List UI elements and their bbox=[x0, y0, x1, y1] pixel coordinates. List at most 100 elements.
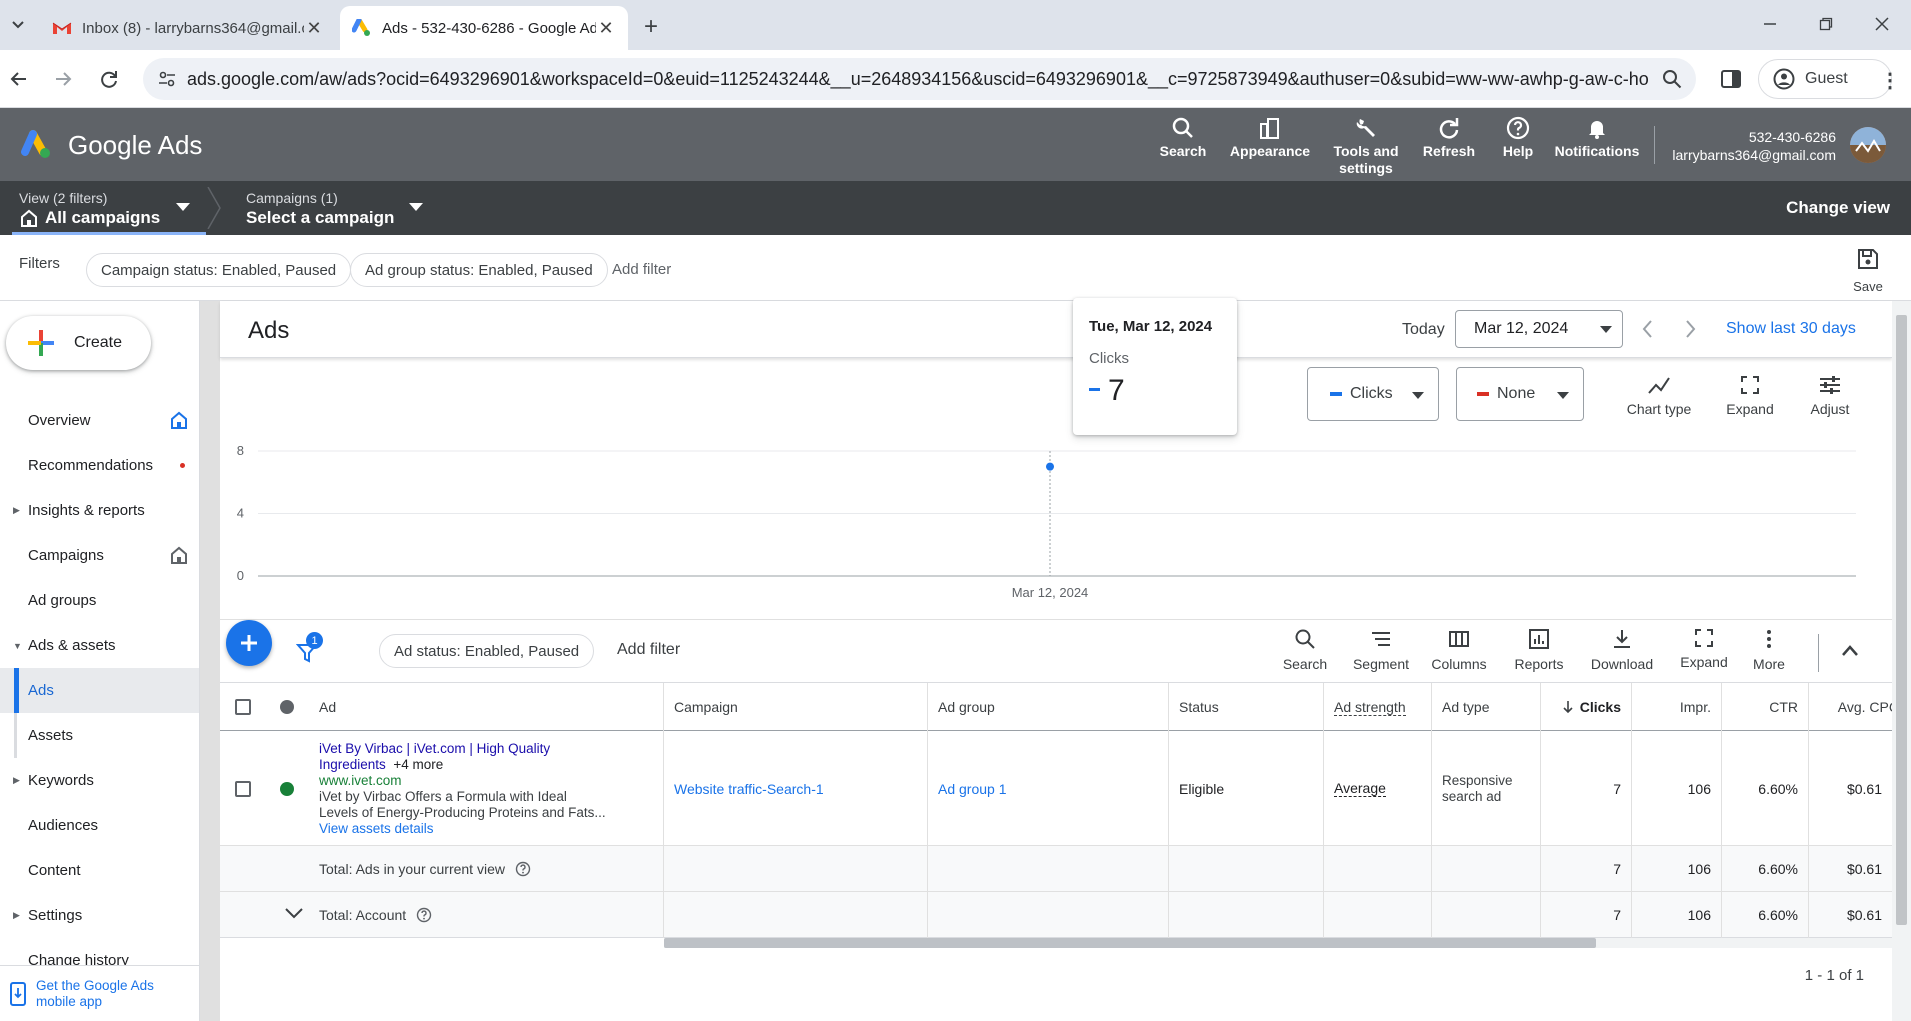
column-header-ad-type[interactable]: Ad type bbox=[1432, 683, 1541, 731]
tools-settings-button[interactable]: Tools and settings bbox=[1330, 116, 1402, 177]
ad-group-status-filter-chip[interactable]: Ad group status: Enabled, Paused bbox=[350, 253, 608, 287]
horizontal-scrollbar-thumb[interactable] bbox=[664, 938, 1596, 948]
vertical-scrollbar[interactable] bbox=[1892, 301, 1911, 1021]
forward-icon[interactable] bbox=[52, 68, 74, 90]
view-assets-details-link[interactable]: View assets details bbox=[319, 821, 653, 837]
minimize-icon[interactable] bbox=[1758, 12, 1782, 36]
date-range-picker[interactable]: Mar 12, 2024 bbox=[1455, 310, 1623, 348]
browser-menu-icon[interactable]: ⋮ bbox=[1880, 68, 1900, 93]
ad-status-filter-chip[interactable]: Ad status: Enabled, Paused bbox=[379, 634, 595, 668]
campaign-link[interactable]: Website traffic-Search-1 bbox=[664, 731, 928, 846]
select-all-checkbox[interactable] bbox=[220, 683, 265, 731]
ad-strength-cell[interactable]: Average bbox=[1324, 731, 1432, 846]
column-header-ad-group[interactable]: Ad group bbox=[928, 683, 1169, 731]
table-expand-button[interactable]: Expand bbox=[1674, 628, 1734, 670]
tab-google-ads[interactable]: Ads - 532-430-6286 - Google Ads ✕ bbox=[340, 6, 628, 50]
appearance-button[interactable]: Appearance bbox=[1228, 116, 1312, 160]
mobile-app-link[interactable]: Get the Google Ads mobile app bbox=[36, 978, 176, 1010]
show-last-30-days-link[interactable]: Show last 30 days bbox=[1726, 320, 1856, 338]
guest-profile-button[interactable]: Guest bbox=[1758, 59, 1892, 99]
reload-icon[interactable] bbox=[98, 68, 120, 90]
previous-period-icon[interactable] bbox=[1638, 318, 1658, 340]
notifications-button[interactable]: Notifications bbox=[1554, 116, 1640, 160]
column-header-avg-cpc[interactable]: Avg. CPC bbox=[1809, 683, 1892, 731]
sidebar-item-ad-groups[interactable]: Ad groups bbox=[0, 578, 199, 623]
sidebar-item-overview[interactable]: Overview bbox=[0, 398, 199, 443]
column-header-clicks[interactable]: Clicks bbox=[1541, 683, 1632, 731]
column-header-status[interactable]: Status bbox=[1169, 683, 1324, 731]
close-window-icon[interactable] bbox=[1870, 12, 1894, 36]
table-add-filter-link[interactable]: Add filter bbox=[617, 641, 680, 659]
change-view-button[interactable]: Change view bbox=[1780, 198, 1890, 218]
more-button[interactable]: More bbox=[1744, 628, 1794, 672]
segment-button[interactable]: Segment bbox=[1346, 628, 1416, 672]
home-icon bbox=[170, 411, 188, 429]
sidebar-item-assets[interactable]: Assets bbox=[0, 713, 199, 758]
google-ads-logo-icon[interactable] bbox=[20, 130, 54, 160]
next-period-icon[interactable] bbox=[1680, 318, 1700, 340]
sidebar-item-insights-reports[interactable]: ▶ Insights & reports bbox=[0, 488, 199, 533]
horizontal-scrollbar[interactable] bbox=[664, 938, 1892, 948]
sidebar-item-keywords[interactable]: ▶ Keywords bbox=[0, 758, 199, 803]
column-header-impressions[interactable]: Impr. bbox=[1632, 683, 1722, 731]
restore-icon[interactable] bbox=[1814, 12, 1838, 36]
column-header-ad[interactable]: Ad bbox=[309, 683, 664, 731]
column-header-campaign[interactable]: Campaign bbox=[664, 683, 928, 731]
sidebar-item-audiences[interactable]: Audiences bbox=[0, 803, 199, 848]
help-circle-icon[interactable] bbox=[515, 861, 531, 877]
row-status-dot[interactable] bbox=[265, 731, 309, 846]
view-selector[interactable]: View (2 filters) All campaigns bbox=[0, 181, 206, 235]
new-tab-icon[interactable]: + bbox=[644, 13, 658, 41]
vertical-scrollbar-thumb[interactable] bbox=[1896, 315, 1907, 925]
ad-headline-line2[interactable]: Ingredients bbox=[319, 757, 386, 772]
url-text[interactable]: ads.google.com/aw/ads?ocid=6493296901&wo… bbox=[143, 69, 1648, 90]
product-name[interactable]: Google Ads bbox=[68, 130, 202, 161]
add-ad-fab[interactable] bbox=[226, 620, 272, 666]
refresh-button[interactable]: Refresh bbox=[1422, 116, 1476, 160]
sidebar-item-ads-assets[interactable]: ▼ Ads & assets bbox=[0, 623, 199, 668]
side-panel-icon[interactable] bbox=[1720, 68, 1742, 90]
sidebar-scroll-gutter[interactable] bbox=[200, 301, 220, 1021]
columns-button[interactable]: Columns bbox=[1426, 628, 1492, 672]
account-info[interactable]: 532-430-6286 larrybarns364@gmail.com bbox=[1668, 128, 1836, 164]
mobile-app-promo[interactable]: Get the Google Ads mobile app bbox=[0, 965, 199, 1021]
ad-group-link[interactable]: Ad group 1 bbox=[928, 731, 1169, 846]
address-bar[interactable]: ads.google.com/aw/ads?ocid=6493296901&wo… bbox=[143, 58, 1696, 100]
close-tab-icon[interactable]: ✕ bbox=[304, 18, 324, 39]
sidebar-item-content[interactable]: Content bbox=[0, 848, 199, 893]
search-icon[interactable] bbox=[1648, 69, 1696, 89]
sidebar-item-settings[interactable]: ▶ Settings bbox=[0, 893, 199, 938]
ad-headline-line1[interactable]: iVet By Virbac | iVet.com | High Quality bbox=[319, 741, 653, 757]
sidebar-item-ads[interactable]: Ads bbox=[0, 668, 199, 713]
reports-button[interactable]: Reports bbox=[1506, 628, 1572, 672]
row-checkbox[interactable] bbox=[220, 731, 265, 846]
help-circle-icon[interactable] bbox=[416, 907, 432, 923]
back-icon[interactable] bbox=[8, 68, 30, 90]
sidebar-item-label: Campaigns bbox=[28, 547, 104, 564]
help-button[interactable]: Help bbox=[1496, 116, 1540, 160]
tab-gmail[interactable]: Inbox (8) - larrybarns364@gmail.com - Gm… bbox=[40, 6, 336, 50]
header-search-button[interactable]: Search bbox=[1158, 116, 1208, 160]
tab-search-chevron-icon[interactable] bbox=[8, 14, 28, 34]
data-point[interactable] bbox=[1046, 462, 1054, 471]
add-filter-link[interactable]: Add filter bbox=[612, 261, 671, 278]
expand-chevron-down-icon[interactable] bbox=[284, 906, 304, 920]
sidebar-item-recommendations[interactable]: Recommendations bbox=[0, 443, 199, 488]
table-search-button[interactable]: Search bbox=[1274, 628, 1336, 672]
sidebar-item-campaigns[interactable]: Campaigns bbox=[0, 533, 199, 578]
campaign-selector[interactable]: Campaigns (1) Select a campaign bbox=[232, 181, 432, 235]
create-button[interactable]: Create bbox=[6, 316, 151, 370]
total-account-avg-cpc: $0.61 bbox=[1846, 907, 1882, 923]
campaign-status-filter-chip[interactable]: Campaign status: Enabled, Paused bbox=[86, 253, 352, 287]
column-header-ad-strength[interactable]: Ad strength bbox=[1324, 683, 1432, 731]
close-tab-icon[interactable]: ✕ bbox=[596, 18, 616, 39]
sidebar-item-label: Overview bbox=[28, 412, 91, 429]
download-button[interactable]: Download bbox=[1586, 628, 1658, 672]
column-header-ctr[interactable]: CTR bbox=[1722, 683, 1809, 731]
site-info-icon[interactable] bbox=[157, 69, 177, 89]
collapse-chevron-up-icon[interactable] bbox=[1840, 642, 1860, 658]
save-button[interactable]: Save bbox=[1848, 247, 1888, 294]
avatar[interactable] bbox=[1850, 127, 1886, 163]
more-headlines[interactable]: +4 more bbox=[393, 757, 443, 772]
table-filter-button[interactable]: 1 bbox=[296, 632, 323, 664]
